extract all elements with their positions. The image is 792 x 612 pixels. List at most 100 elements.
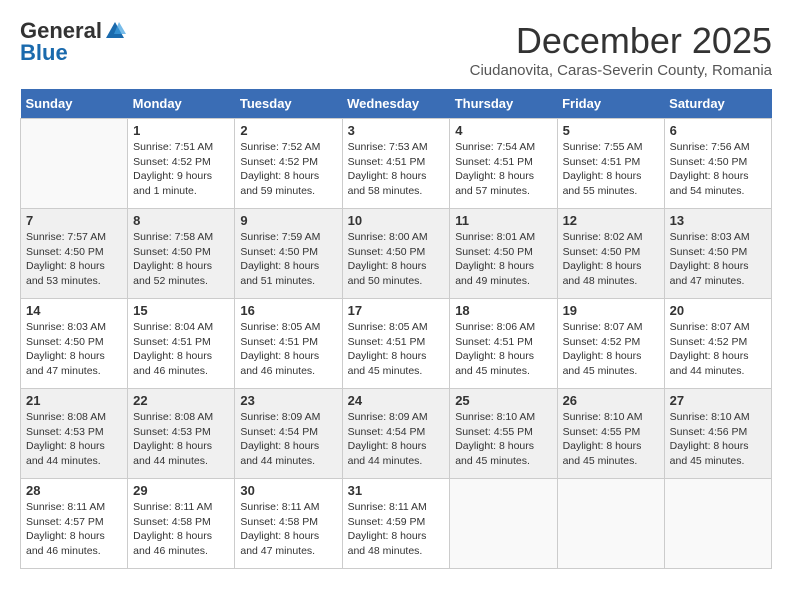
day-number: 25 — [455, 393, 551, 408]
calendar-cell: 26 Sunrise: 8:10 AMSunset: 4:55 PMDayligh… — [557, 389, 664, 479]
day-info: Sunrise: 8:07 AMSunset: 4:52 PMDaylight:… — [563, 320, 659, 379]
header-friday: Friday — [557, 89, 664, 119]
day-info: Sunrise: 8:03 AMSunset: 4:50 PMDaylight:… — [670, 230, 766, 289]
day-number: 28 — [26, 483, 122, 498]
day-number: 22 — [133, 393, 229, 408]
header-wednesday: Wednesday — [342, 89, 450, 119]
calendar-cell: 10Sunrise: 8:00 AMSunset: 4:50 PMDayligh… — [342, 209, 450, 299]
day-info: Sunrise: 8:09 AMSunset: 4:54 PMDaylight:… — [348, 410, 445, 469]
calendar-cell: 13Sunrise: 8:03 AMSunset: 4:50 PMDayligh… — [664, 209, 771, 299]
day-number: 20 — [670, 303, 766, 318]
logo-general-text: General — [20, 20, 102, 42]
day-info: Sunrise: 8:01 AMSunset: 4:50 PMDaylight:… — [455, 230, 551, 289]
day-info: Sunrise: 8:04 AMSunset: 4:51 PMDaylight:… — [133, 320, 229, 379]
day-info: Sunrise: 8:10 AMSunset: 4:56 PMDaylight:… — [670, 410, 766, 469]
day-info: Sunrise: 7:58 AMSunset: 4:50 PMDaylight:… — [133, 230, 229, 289]
day-info: Sunrise: 8:06 AMSunset: 4:51 PMDaylight:… — [455, 320, 551, 379]
calendar-cell: 11 Sunrise: 8:01 AMSunset: 4:50 PMDayligh… — [450, 209, 557, 299]
day-number: 18 — [455, 303, 551, 318]
day-info: Sunrise: 7:59 AMSunset: 4:50 PMDaylight:… — [240, 230, 336, 289]
day-info: Sunrise: 7:57 AMSunset: 4:50 PMDaylight:… — [26, 230, 122, 289]
day-info: Sunrise: 8:02 AMSunset: 4:50 PMDaylight:… — [563, 230, 659, 289]
day-number: 6 — [670, 123, 766, 138]
day-info: Sunrise: 8:05 AMSunset: 4:51 PMDaylight:… — [348, 320, 445, 379]
calendar-cell: 15 Sunrise: 8:04 AMSunset: 4:51 PMDayligh… — [128, 299, 235, 389]
day-info: Sunrise: 8:03 AMSunset: 4:50 PMDaylight:… — [26, 320, 122, 379]
day-number: 5 — [563, 123, 659, 138]
calendar-week-row: 7 Sunrise: 7:57 AMSunset: 4:50 PMDaylight… — [21, 209, 772, 299]
header: General Blue December 2025 Ciudanovita, … — [20, 20, 772, 79]
day-number: 30 — [240, 483, 336, 498]
calendar-cell: 28 Sunrise: 8:11 AMSunset: 4:57 PMDayligh… — [21, 479, 128, 569]
day-number: 1 — [133, 123, 229, 138]
day-number: 17 — [348, 303, 445, 318]
calendar-cell: 1Sunrise: 7:51 AMSunset: 4:52 PMDaylight… — [128, 119, 235, 209]
calendar-cell: 8Sunrise: 7:58 AMSunset: 4:50 PMDaylight… — [128, 209, 235, 299]
day-info: Sunrise: 8:11 AMSunset: 4:58 PMDaylight:… — [133, 500, 229, 559]
calendar-cell — [450, 479, 557, 569]
day-number: 15 — [133, 303, 229, 318]
calendar-cell: 27 Sunrise: 8:10 AMSunset: 4:56 PMDayligh… — [664, 389, 771, 479]
logo-blue-text: Blue — [20, 42, 68, 64]
day-number: 11 — [455, 213, 551, 228]
calendar-cell: 2 Sunrise: 7:52 AMSunset: 4:52 PMDaylight… — [235, 119, 342, 209]
header-sunday: Sunday — [21, 89, 128, 119]
calendar-cell: 5 Sunrise: 7:55 AMSunset: 4:51 PMDaylight… — [557, 119, 664, 209]
calendar-cell: 23 Sunrise: 8:09 AMSunset: 4:54 PMDayligh… — [235, 389, 342, 479]
day-info: Sunrise: 8:07 AMSunset: 4:52 PMDaylight:… — [670, 320, 766, 379]
day-info: Sunrise: 8:10 AMSunset: 4:55 PMDaylight:… — [563, 410, 659, 469]
calendar-cell: 4 Sunrise: 7:54 AMSunset: 4:51 PMDaylight… — [450, 119, 557, 209]
calendar-cell: 16Sunrise: 8:05 AMSunset: 4:51 PMDayligh… — [235, 299, 342, 389]
logo: General Blue — [20, 20, 126, 64]
day-number: 7 — [26, 213, 122, 228]
day-info: Sunrise: 8:11 AMSunset: 4:59 PMDaylight:… — [348, 500, 445, 559]
header-monday: Monday — [128, 89, 235, 119]
day-number: 26 — [563, 393, 659, 408]
day-info: Sunrise: 8:08 AMSunset: 4:53 PMDaylight:… — [133, 410, 229, 469]
calendar-cell: 21Sunrise: 8:08 AMSunset: 4:53 PMDayligh… — [21, 389, 128, 479]
header-thursday: Thursday — [450, 89, 557, 119]
calendar-header-row: SundayMondayTuesdayWednesdayThursdayFrid… — [21, 89, 772, 119]
calendar-cell — [664, 479, 771, 569]
calendar-week-row: 1Sunrise: 7:51 AMSunset: 4:52 PMDaylight… — [21, 119, 772, 209]
calendar-week-row: 14Sunrise: 8:03 AMSunset: 4:50 PMDayligh… — [21, 299, 772, 389]
day-number: 9 — [240, 213, 336, 228]
calendar-cell: 18 Sunrise: 8:06 AMSunset: 4:51 PMDayligh… — [450, 299, 557, 389]
calendar-cell: 12 Sunrise: 8:02 AMSunset: 4:50 PMDayligh… — [557, 209, 664, 299]
day-info: Sunrise: 8:09 AMSunset: 4:54 PMDaylight:… — [240, 410, 336, 469]
calendar-cell: 30 Sunrise: 8:11 AMSunset: 4:58 PMDayligh… — [235, 479, 342, 569]
day-info: Sunrise: 7:54 AMSunset: 4:51 PMDaylight:… — [455, 140, 551, 199]
calendar-cell: 17 Sunrise: 8:05 AMSunset: 4:51 PMDayligh… — [342, 299, 450, 389]
day-info: Sunrise: 8:10 AMSunset: 4:55 PMDaylight:… — [455, 410, 551, 469]
day-number: 21 — [26, 393, 122, 408]
day-number: 27 — [670, 393, 766, 408]
day-number: 12 — [563, 213, 659, 228]
day-number: 10 — [348, 213, 445, 228]
day-number: 31 — [348, 483, 445, 498]
calendar-cell: 14Sunrise: 8:03 AMSunset: 4:50 PMDayligh… — [21, 299, 128, 389]
day-number: 16 — [240, 303, 336, 318]
calendar-cell: 22 Sunrise: 8:08 AMSunset: 4:53 PMDayligh… — [128, 389, 235, 479]
day-info: Sunrise: 7:55 AMSunset: 4:51 PMDaylight:… — [563, 140, 659, 199]
calendar-cell: 6Sunrise: 7:56 AMSunset: 4:50 PMDaylight… — [664, 119, 771, 209]
calendar-cell — [21, 119, 128, 209]
day-number: 2 — [240, 123, 336, 138]
day-info: Sunrise: 8:11 AMSunset: 4:57 PMDaylight:… — [26, 500, 122, 559]
day-number: 3 — [348, 123, 445, 138]
calendar-cell: 19 Sunrise: 8:07 AMSunset: 4:52 PMDayligh… — [557, 299, 664, 389]
day-number: 4 — [455, 123, 551, 138]
header-saturday: Saturday — [664, 89, 771, 119]
day-number: 19 — [563, 303, 659, 318]
day-number: 24 — [348, 393, 445, 408]
location-title: Ciudanovita, Caras-Severin County, Roman… — [470, 62, 772, 79]
calendar-cell: 9 Sunrise: 7:59 AMSunset: 4:50 PMDaylight… — [235, 209, 342, 299]
month-title: December 2025 — [470, 20, 772, 62]
day-number: 23 — [240, 393, 336, 408]
day-info: Sunrise: 7:52 AMSunset: 4:52 PMDaylight:… — [240, 140, 336, 199]
calendar-table: SundayMondayTuesdayWednesdayThursdayFrid… — [20, 89, 772, 569]
title-area: December 2025 Ciudanovita, Caras-Severin… — [470, 20, 772, 79]
calendar-cell — [557, 479, 664, 569]
calendar-cell: 7 Sunrise: 7:57 AMSunset: 4:50 PMDaylight… — [21, 209, 128, 299]
day-info: Sunrise: 8:11 AMSunset: 4:58 PMDaylight:… — [240, 500, 336, 559]
calendar-cell: 24 Sunrise: 8:09 AMSunset: 4:54 PMDayligh… — [342, 389, 450, 479]
